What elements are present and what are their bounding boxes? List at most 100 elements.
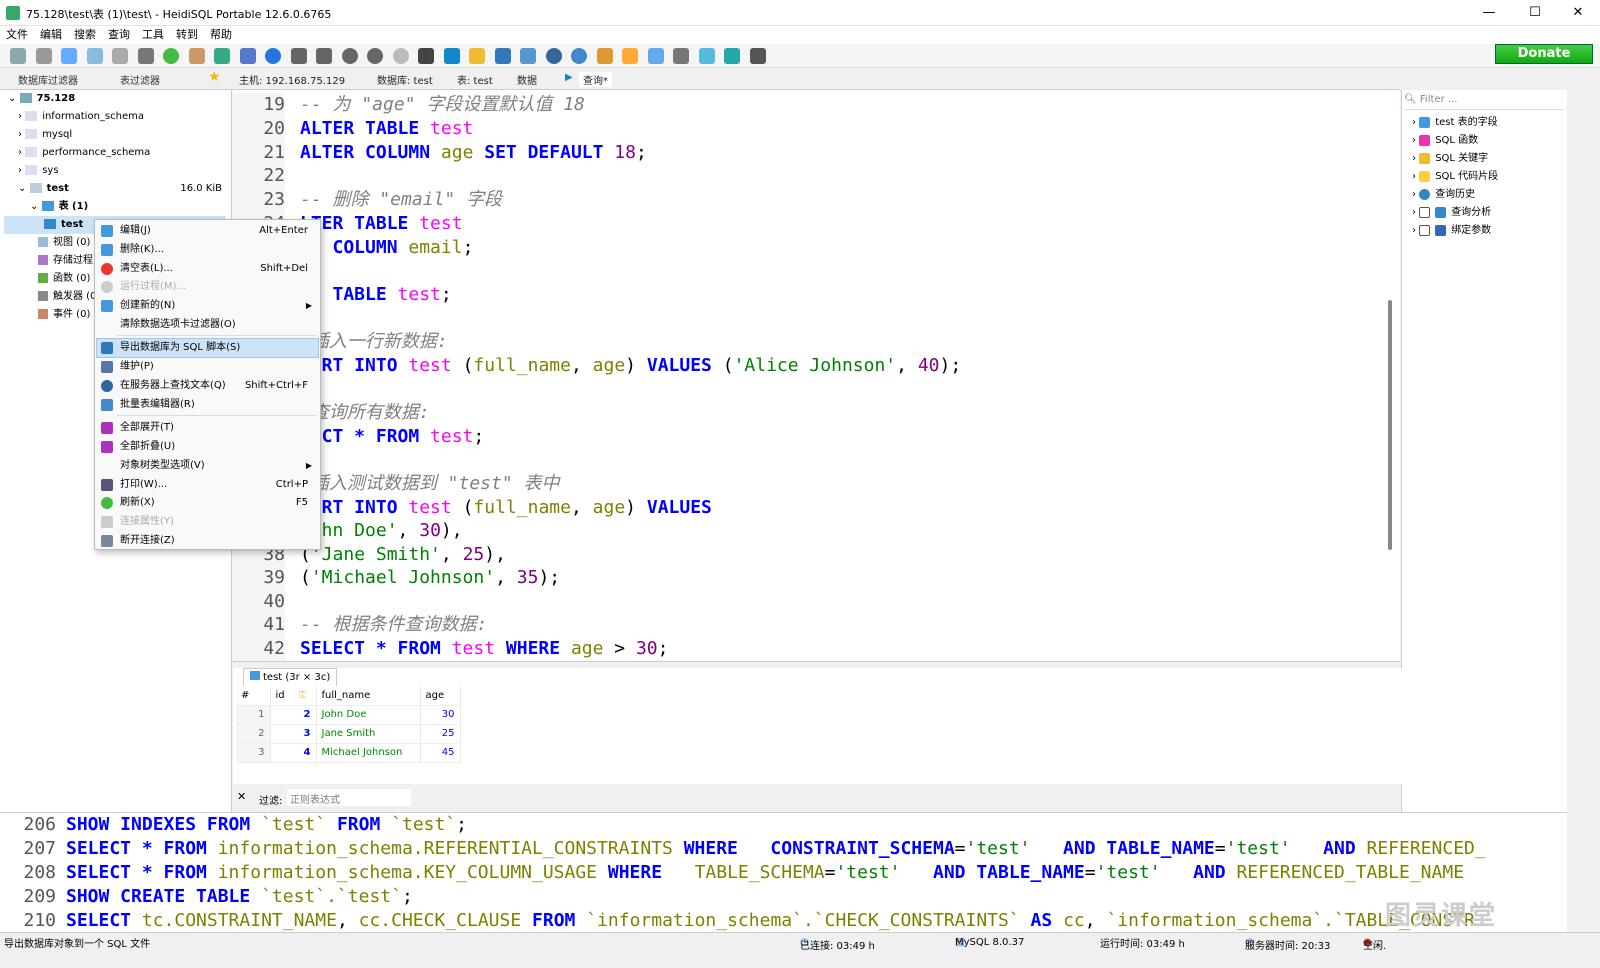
menu-search[interactable]: 搜索 [68, 26, 102, 44]
menu-item-disconnect[interactable]: 断开连接(Z) [97, 532, 318, 550]
helper-filter-input[interactable]: 🔍︎ Filter ... [1404, 94, 1564, 110]
grid-header[interactable]: id ⚿ [270, 686, 317, 706]
grid-header[interactable]: age [420, 686, 461, 706]
menu-help[interactable]: 帮助 [204, 26, 238, 44]
run-icon[interactable] [443, 48, 460, 64]
helper-item-snippets[interactable]: › SQL 代码片段 [1412, 168, 1498, 186]
tree-db-test[interactable]: ⌄ test 16.0 KiB [18, 180, 228, 198]
connect-icon[interactable] [10, 48, 26, 64]
tree-views[interactable]: 视图 (0) [38, 234, 90, 252]
menu-item-tree-options[interactable]: 对象树类型选项(V) ▶ [97, 457, 318, 475]
close-filter-icon[interactable]: ✕ [237, 790, 246, 803]
menu-edit[interactable]: 编辑 [34, 26, 68, 44]
helper-item-keywords[interactable]: › SQL 关键字 [1412, 150, 1488, 168]
last-icon[interactable] [316, 48, 332, 64]
copy-icon[interactable] [61, 48, 77, 64]
replace-icon[interactable] [571, 48, 587, 64]
minimize-button[interactable]: — [1466, 0, 1512, 26]
tree-triggers[interactable]: 触发器 (0 [38, 288, 96, 306]
open-file-icon[interactable] [469, 48, 485, 64]
table-filter-tab[interactable]: 表过滤器 [120, 72, 160, 87]
post-icon[interactable] [392, 48, 409, 64]
cancel-icon[interactable] [418, 48, 434, 64]
menu-goto[interactable]: 转到 [170, 26, 204, 44]
menu-item-delete[interactable]: 删除(K)... [97, 241, 318, 259]
format-icon[interactable] [596, 48, 613, 64]
tree-db-sys[interactable]: › sys [18, 162, 59, 180]
disconnect-icon[interactable] [35, 48, 52, 64]
add-row-icon[interactable] [341, 48, 358, 64]
binary-icon[interactable] [647, 48, 664, 64]
tab-table[interactable]: 表: test [457, 72, 493, 87]
menu-item-clear-filters[interactable]: 清除数据选项卡过滤器(O) [97, 316, 318, 334]
tab-data[interactable]: 数据 [517, 72, 537, 87]
menu-tools[interactable]: 工具 [136, 26, 170, 44]
save-icon[interactable] [494, 48, 511, 64]
find-icon[interactable] [545, 48, 562, 64]
favorite-icon[interactable]: ★ [208, 69, 221, 85]
maximize-button[interactable]: ☐ [1512, 0, 1558, 26]
tree-db-performance-schema[interactable]: › performance_schema [18, 144, 150, 162]
paste-icon[interactable] [86, 48, 103, 64]
menu-item-create-new[interactable]: 创建新的(N) ▶ [97, 297, 318, 315]
menu-item-find-text[interactable]: 在服务器上查找文本(Q) Shift+Ctrl+F [97, 377, 318, 395]
close-button[interactable]: ✕ [1556, 0, 1600, 26]
refresh-icon[interactable] [163, 48, 179, 64]
print-icon[interactable] [137, 48, 154, 64]
menu-item-edit[interactable]: 编辑(J) Alt+Enter [97, 222, 318, 240]
menu-item-refresh[interactable]: 刷新(X) F5 [97, 494, 318, 512]
table-row[interactable]: 1 2 John Doe 30 [236, 705, 461, 725]
menu-item-empty-table[interactable]: 清空表(L)... Shift+Del [97, 260, 318, 278]
helper-item-functions[interactable]: › SQL 函数 [1412, 132, 1478, 150]
sync-icon[interactable] [698, 48, 715, 64]
helper-item-bind-params[interactable]: › 绑定参数 [1412, 222, 1491, 240]
tab-database[interactable]: 数据库: test [377, 72, 433, 87]
helper-item-profile[interactable]: › 查询分析 [1412, 204, 1491, 222]
helper-item-fields[interactable]: › test 表的字段 [1412, 114, 1498, 132]
helper-item-history[interactable]: › 查询历史 [1412, 186, 1475, 204]
tab-host[interactable]: 主机: 192.168.75.129 [239, 72, 345, 87]
result-grid[interactable]: # id ⚿ full_name age 1 2 John Doe 30 2 3 Jane … [236, 686, 461, 763]
menu-item-print[interactable]: 打印(W)... Ctrl+P [97, 476, 318, 494]
result-tab[interactable]: test (3r × 3c) [243, 668, 338, 686]
warning-icon[interactable] [622, 48, 638, 64]
menu-item-export-sql[interactable]: 导出数据库为 SQL 脚本(S) [96, 338, 319, 358]
exit-icon[interactable] [749, 48, 766, 64]
info-icon[interactable] [724, 48, 740, 64]
tree-functions[interactable]: 函数 (0) [38, 270, 90, 288]
menu-query[interactable]: 查询 [102, 26, 136, 44]
delete-row-icon[interactable] [367, 48, 383, 64]
table-row[interactable]: 3 4 Michael Johnson 45 [236, 743, 461, 763]
grid-header[interactable]: # [236, 686, 271, 706]
donate-button[interactable]: Donate [1495, 44, 1593, 64]
tree-events[interactable]: 事件 (0) [38, 306, 90, 324]
table-row[interactable]: 2 3 Jane Smith 25 [236, 724, 461, 744]
checkbox-icon[interactable] [1419, 206, 1431, 218]
db-filter-tab[interactable]: 数据库过滤器 [18, 72, 78, 87]
tree-db-information-schema[interactable]: › information_schema [18, 108, 144, 126]
menu-item-expand-all[interactable]: 全部展开(T) [97, 419, 318, 437]
sql-log[interactable]: 206 SHOW INDEXES FROM `test` FROM `test`;… [0, 812, 1567, 932]
editor-scrollbar[interactable] [1388, 300, 1392, 550]
undo-icon[interactable] [112, 48, 128, 64]
first-icon[interactable] [290, 48, 307, 64]
grid-header[interactable]: full_name [316, 686, 421, 706]
export-icon[interactable] [239, 48, 256, 64]
sql-editor[interactable]: 1920212223242526272829303132333435363738… [233, 90, 1400, 662]
tree-procedures[interactable]: 存储过程 [38, 252, 93, 270]
user-manager-icon[interactable] [188, 48, 205, 64]
import-icon[interactable] [214, 48, 230, 64]
wrap-icon[interactable] [673, 48, 689, 64]
tab-query[interactable]: 查询* [579, 72, 612, 87]
tree-db-mysql[interactable]: › mysql [18, 126, 72, 144]
filter-input[interactable]: 正则表达式 [287, 789, 411, 806]
menu-item-maintenance[interactable]: 维护(P) [97, 358, 318, 376]
menu-item-bulk-editor[interactable]: 批量表编辑器(R) [97, 396, 318, 414]
menu-item-collapse-all[interactable]: 全部折叠(U) [97, 438, 318, 456]
tree-server[interactable]: ⌄ 75.128 [8, 90, 75, 108]
help-icon[interactable] [265, 48, 281, 64]
save-as-icon[interactable] [520, 48, 536, 64]
checkbox-icon[interactable] [1419, 224, 1431, 236]
menu-file[interactable]: 文件 [0, 26, 34, 44]
tree-tables-group[interactable]: ⌄ 表 (1) [30, 198, 88, 216]
